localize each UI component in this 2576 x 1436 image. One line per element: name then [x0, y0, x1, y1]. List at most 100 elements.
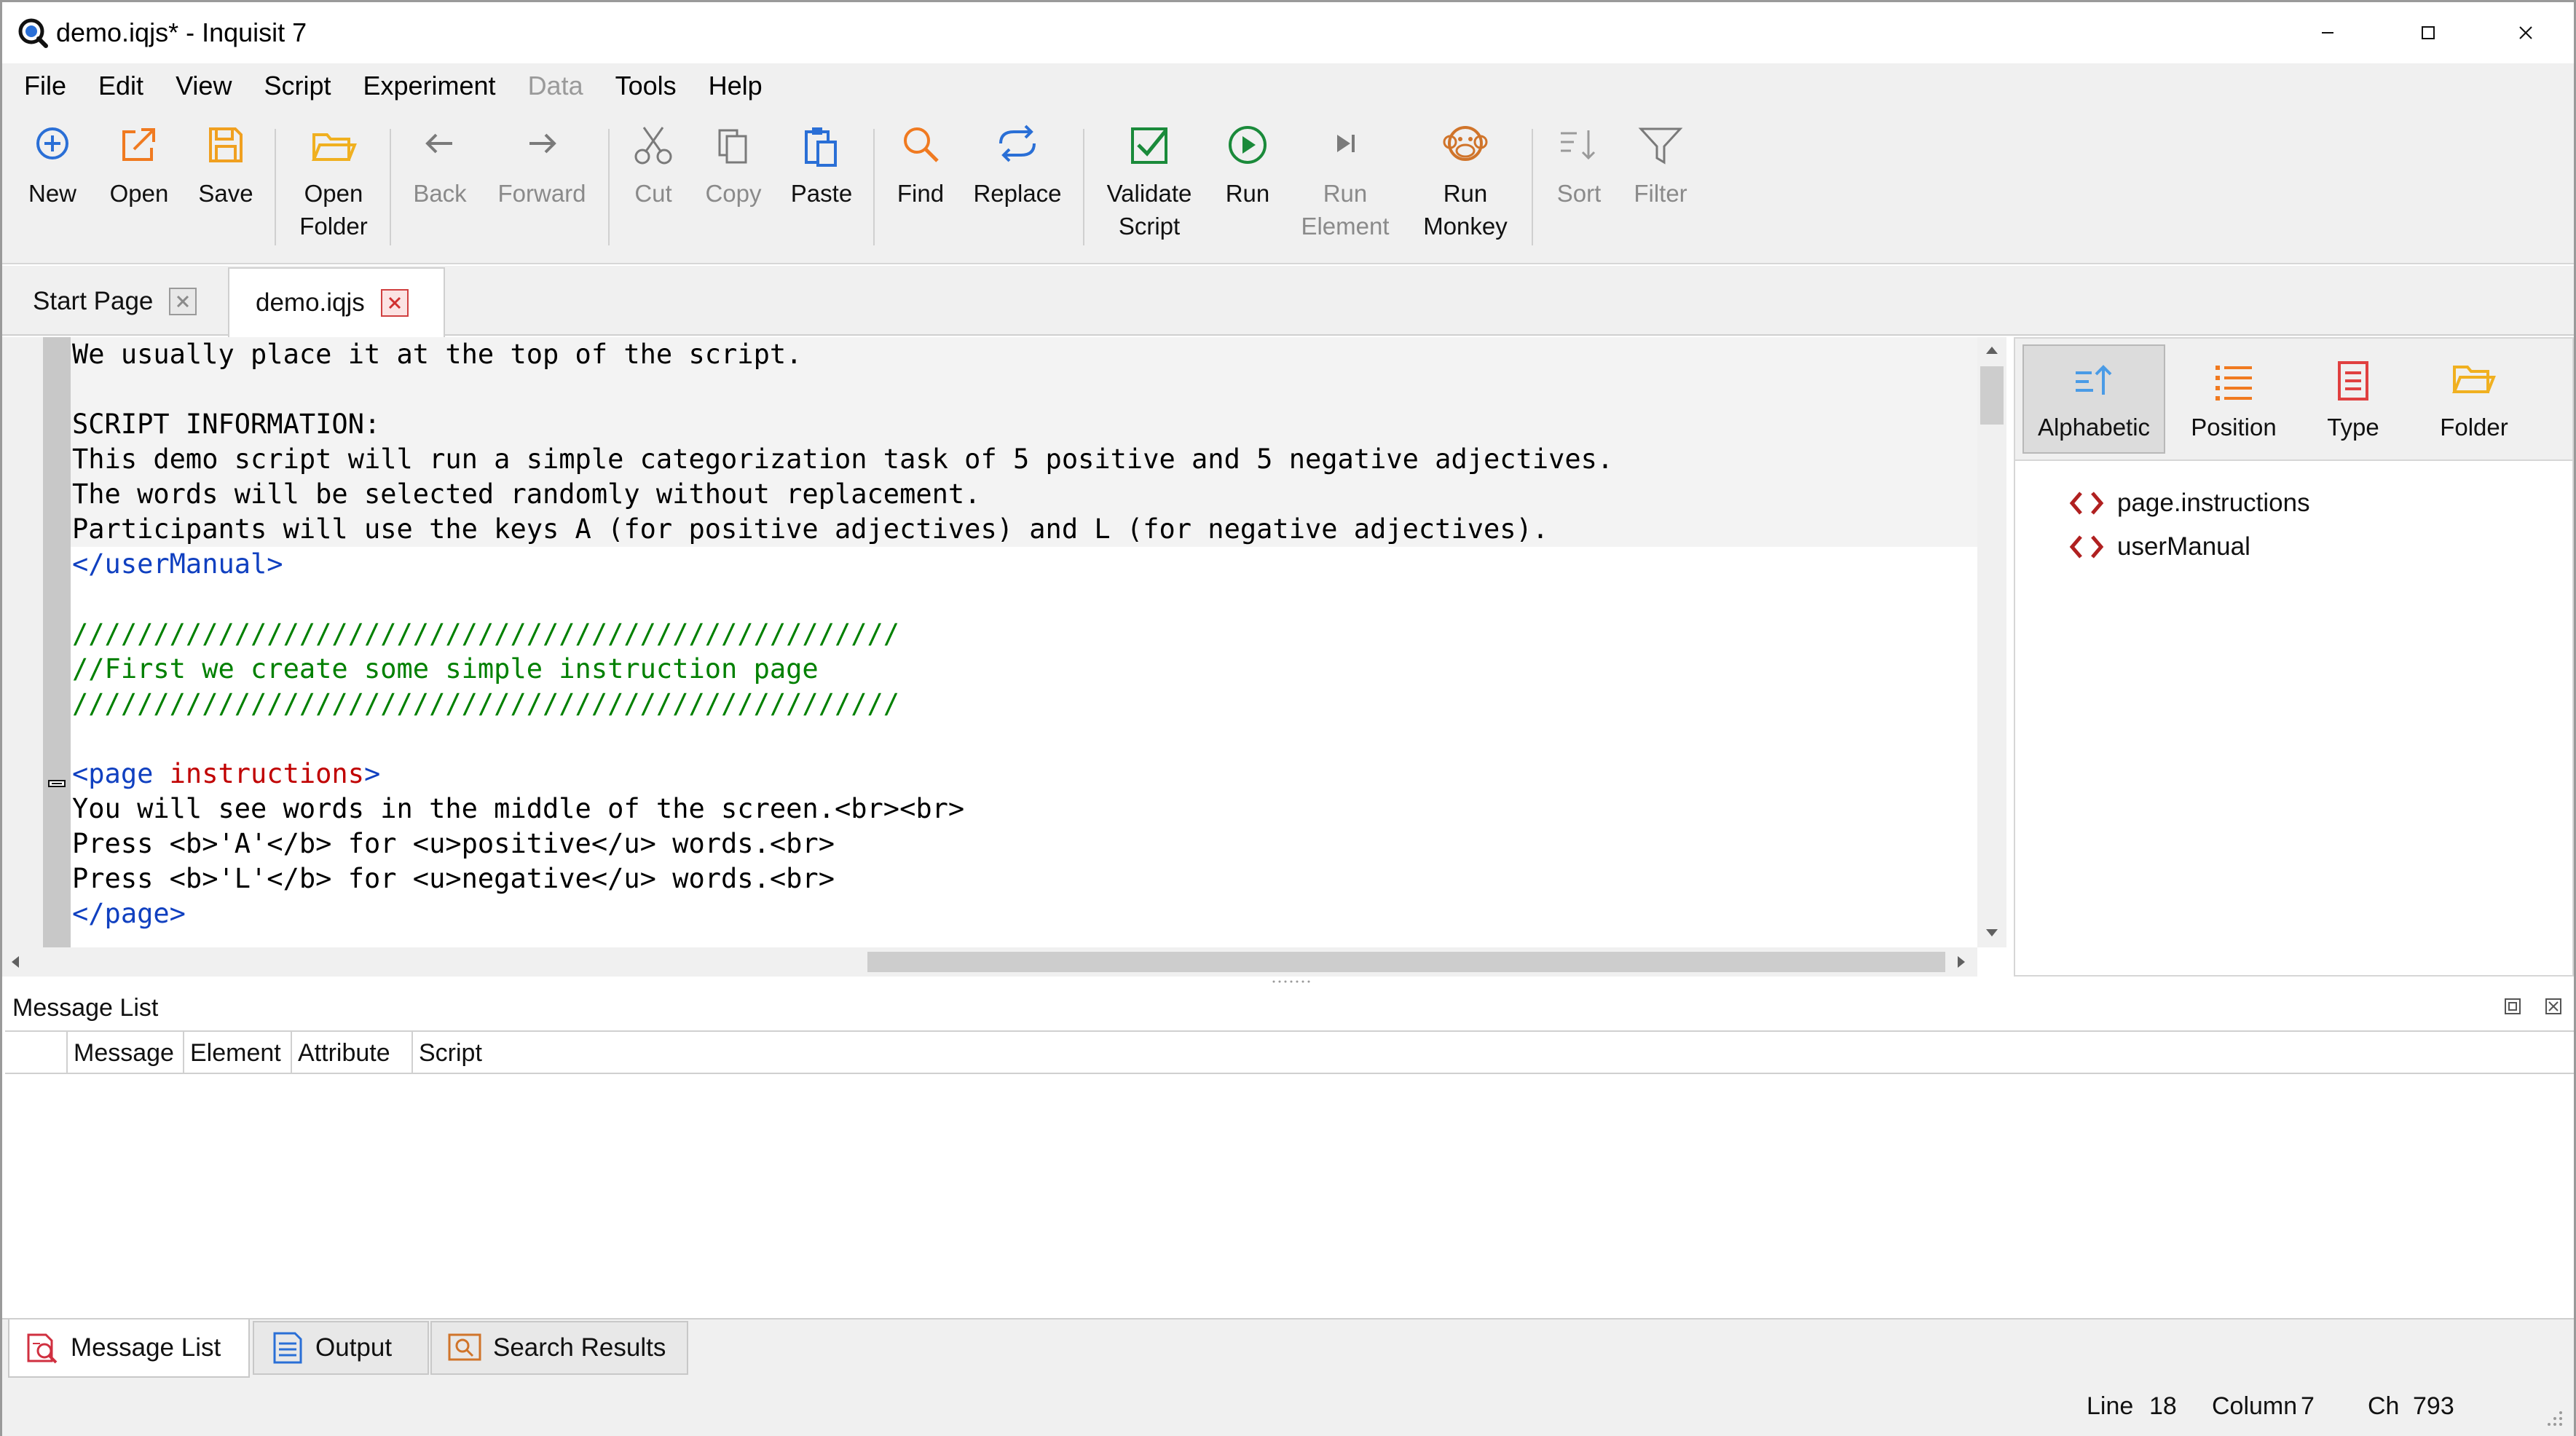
- paste-icon: [805, 127, 837, 167]
- code-line: Participants will use the keys A (for po…: [72, 513, 1549, 545]
- save-label: Save: [198, 180, 253, 207]
- forward-button[interactable]: Forward: [495, 123, 589, 210]
- scroll-right-icon[interactable]: [1954, 953, 1969, 971]
- search-results-icon: [448, 1333, 481, 1361]
- sort-folder-button[interactable]: Folder: [2414, 344, 2534, 454]
- status-ch-value: 793: [2413, 1392, 2454, 1420]
- close-window-button[interactable]: [2475, 2, 2576, 63]
- new-button[interactable]: New: [23, 123, 82, 210]
- tab-demo-iqjs[interactable]: demo.iqjs: [228, 267, 445, 337]
- open-external-icon: [122, 128, 155, 161]
- column-header-element[interactable]: Element: [183, 1032, 291, 1074]
- save-button[interactable]: Save: [193, 123, 259, 210]
- menu-view[interactable]: View: [176, 71, 232, 101]
- float-pane-icon[interactable]: [2502, 995, 2524, 1017]
- tab-search-results[interactable]: Search Results: [430, 1321, 688, 1375]
- status-ch-label: Ch: [2368, 1392, 2400, 1420]
- menu-data[interactable]: Data: [528, 71, 583, 101]
- back-button[interactable]: Back: [407, 123, 473, 210]
- status-bar: Line 18 Column 7 Ch 793: [2, 1379, 2574, 1436]
- scroll-up-icon[interactable]: [1983, 343, 2001, 358]
- menu-tools[interactable]: Tools: [615, 71, 677, 101]
- output-document-icon: [273, 1332, 302, 1364]
- sort-alphabetic-button[interactable]: Alphabetic: [2022, 344, 2165, 454]
- column-header-message[interactable]: Message: [66, 1032, 183, 1074]
- step-forward-icon: [1337, 135, 1355, 152]
- code-line-comment: //First we create some simple instructio…: [72, 653, 819, 685]
- vertical-scrollbar[interactable]: [1977, 337, 2006, 947]
- menu-experiment[interactable]: Experiment: [363, 71, 495, 101]
- tree-item-page-instructions[interactable]: page.instructions: [2066, 483, 2310, 524]
- resize-grip-icon[interactable]: [2539, 1403, 2565, 1429]
- sort-label: Sort: [1556, 180, 1602, 207]
- paste-button[interactable]: Paste: [787, 123, 856, 210]
- column-header-attribute[interactable]: Attribute: [291, 1032, 411, 1074]
- open-folder-label-2: Folder: [299, 213, 368, 240]
- find-button[interactable]: Find: [888, 123, 953, 210]
- vertical-scroll-thumb[interactable]: [1980, 366, 2004, 425]
- scroll-left-icon[interactable]: [8, 953, 23, 971]
- fold-toggle[interactable]: [43, 771, 71, 796]
- code-line: This demo script will run a simple categ…: [72, 443, 1614, 475]
- menu-file[interactable]: File: [24, 71, 66, 101]
- run-monkey-button[interactable]: Run Monkey: [1415, 123, 1516, 242]
- validate-label-2: Script: [1118, 213, 1181, 240]
- tab-output[interactable]: Output: [253, 1321, 429, 1375]
- arrow-left-icon: [425, 133, 452, 154]
- run-label: Run: [1225, 180, 1270, 207]
- copy-button[interactable]: Copy: [701, 123, 765, 210]
- message-list-table[interactable]: Message Element Attribute Script: [5, 1030, 2574, 1318]
- toolbar-separator: [608, 129, 610, 245]
- menu-edit[interactable]: Edit: [98, 71, 143, 101]
- run-button[interactable]: Run: [1217, 123, 1278, 210]
- code-line-comment: ////////////////////////////////////////…: [72, 688, 900, 719]
- sort-position-button[interactable]: Position: [2175, 344, 2292, 454]
- toolbar-separator: [1083, 129, 1084, 245]
- menu-script[interactable]: Script: [264, 71, 331, 101]
- copy-icon: [718, 129, 747, 164]
- tab-message-list[interactable]: Message List: [8, 1319, 250, 1378]
- horizontal-scroll-thumb[interactable]: [867, 952, 1945, 972]
- tab-start-page-label: Start Page: [33, 287, 154, 315]
- scissors-icon: [634, 127, 672, 165]
- cut-button[interactable]: Cut: [626, 123, 681, 210]
- tree-item-usermanual[interactable]: userManual: [2066, 526, 2250, 567]
- splitter-handle[interactable]: [1269, 979, 1313, 984]
- scroll-down-icon[interactable]: [1983, 926, 2001, 940]
- element-tree-panel: Alphabetic Position Type Folder page.ins…: [2014, 337, 2574, 977]
- status-column-value: 7: [2301, 1392, 2315, 1420]
- forward-label: Forward: [497, 180, 586, 207]
- toolbar-separator: [390, 129, 391, 245]
- code-line: SCRIPT INFORMATION:: [72, 409, 381, 440]
- message-list-title: Message List: [12, 994, 159, 1022]
- code-text-area[interactable]: We usually place it at the top of the sc…: [71, 337, 1977, 947]
- run-element-label-1: Run: [1323, 180, 1368, 207]
- save-icon: [209, 127, 243, 162]
- maximize-button[interactable]: [2378, 2, 2478, 63]
- back-label: Back: [413, 180, 467, 207]
- sort-position-label: Position: [2191, 414, 2277, 441]
- open-button[interactable]: Open: [106, 123, 173, 210]
- minimize-button[interactable]: [2277, 2, 2378, 63]
- code-line: The words will be selected randomly with…: [72, 478, 981, 510]
- sort-button[interactable]: Sort: [1551, 123, 1607, 210]
- code-line: We usually place it at the top of the sc…: [72, 339, 803, 370]
- code-editor[interactable]: We usually place it at the top of the sc…: [2, 337, 2006, 978]
- document-tab-bar: Start Page demo.iqjs: [2, 266, 2574, 337]
- run-element-button[interactable]: Run Element: [1299, 123, 1392, 242]
- filter-button[interactable]: Filter: [1628, 123, 1693, 210]
- sort-type-button[interactable]: Type: [2304, 344, 2403, 454]
- replace-button[interactable]: Replace: [972, 123, 1063, 210]
- code-line-comment: ////////////////////////////////////////…: [72, 618, 900, 650]
- tab-start-page-close-button[interactable]: [169, 288, 197, 315]
- open-folder-button[interactable]: Open Folder: [294, 123, 374, 242]
- paste-label: Paste: [790, 180, 853, 207]
- tab-start-page[interactable]: Start Page: [7, 269, 225, 334]
- column-header-script[interactable]: Script: [411, 1032, 499, 1074]
- close-pane-icon[interactable]: [2542, 995, 2564, 1017]
- menu-help[interactable]: Help: [709, 71, 763, 101]
- new-icon: [36, 127, 68, 159]
- validate-script-button[interactable]: Validate Script: [1102, 123, 1197, 242]
- close-icon: [2519, 26, 2532, 39]
- tab-demo-close-button[interactable]: [380, 289, 409, 317]
